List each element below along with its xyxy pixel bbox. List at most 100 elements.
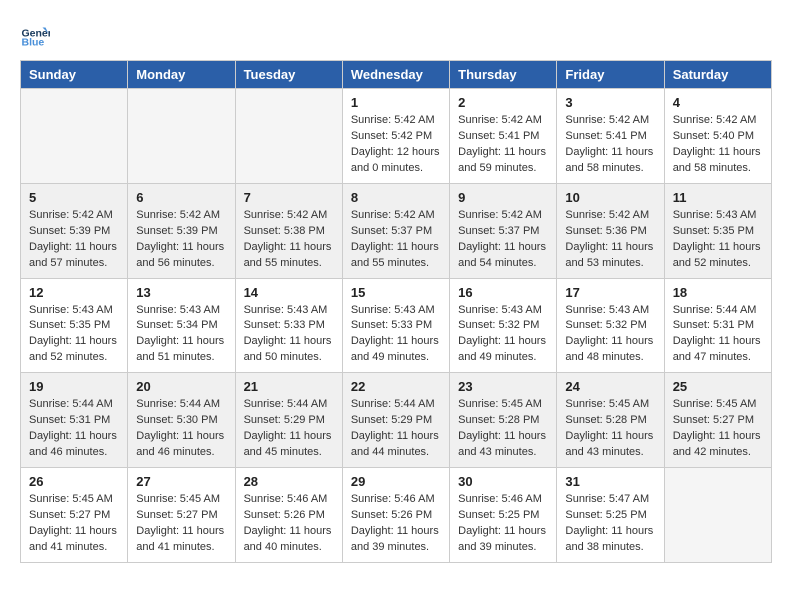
day-info: Sunrise: 5:42 AM Sunset: 5:36 PM Dayligh… xyxy=(565,208,655,272)
calendar-day-cell: 17 Sunrise: 5:43 AM Sunset: 5:32 PM Dayli… xyxy=(557,278,664,373)
day-number: 7 xyxy=(244,190,334,205)
day-info: Sunrise: 5:43 AM Sunset: 5:32 PM Dayligh… xyxy=(565,303,655,367)
day-number: 28 xyxy=(244,474,334,489)
calendar-day-cell: 15Sunrise: 5:43 AM Sunset: 5:33 PM Dayli… xyxy=(342,278,449,373)
day-number: 3 xyxy=(565,95,655,110)
calendar-day-cell: 31 Sunrise: 5:47 AM Sunset: 5:25 PM Dayli… xyxy=(557,468,664,563)
day-number: 8 xyxy=(351,190,441,205)
calendar-day-cell: 24 Sunrise: 5:45 AM Sunset: 5:28 PM Dayli… xyxy=(557,373,664,468)
calendar-week-row: 1 Sunrise: 5:42 AM Sunset: 5:42 PM Daylig… xyxy=(21,89,772,184)
calendar-day-cell: 2 Sunrise: 5:42 AM Sunset: 5:41 PM Daylig… xyxy=(450,89,557,184)
calendar-day-cell: 7 Sunrise: 5:42 AM Sunset: 5:38 PM Daylig… xyxy=(235,183,342,278)
day-info: Sunrise: 5:42 AM Sunset: 5:37 PM Dayligh… xyxy=(458,208,548,272)
day-number: 13 xyxy=(136,285,226,300)
calendar-day-cell xyxy=(128,89,235,184)
day-info: Sunrise: 5:46 AM Sunset: 5:26 PM Dayligh… xyxy=(244,492,334,556)
page-header: General Blue xyxy=(20,20,772,50)
calendar-day-cell: 8 Sunrise: 5:42 AM Sunset: 5:37 PM Daylig… xyxy=(342,183,449,278)
calendar-day-cell: 30 Sunrise: 5:46 AM Sunset: 5:25 PM Dayli… xyxy=(450,468,557,563)
calendar-day-cell: 18 Sunrise: 5:44 AM Sunset: 5:31 PM Dayli… xyxy=(664,278,771,373)
weekday-header: Wednesday xyxy=(342,61,449,89)
calendar-day-cell: 11 Sunrise: 5:43 AM Sunset: 5:35 PM Dayli… xyxy=(664,183,771,278)
calendar-day-cell: 19Sunrise: 5:44 AM Sunset: 5:31 PM Dayli… xyxy=(21,373,128,468)
day-info: Sunrise: 5:44 AM Sunset: 5:30 PM Dayligh… xyxy=(136,397,226,461)
day-number: 21 xyxy=(244,379,334,394)
day-number: 22 xyxy=(351,379,441,394)
weekday-header: Friday xyxy=(557,61,664,89)
calendar-day-cell: 16 Sunrise: 5:43 AM Sunset: 5:32 PM Dayli… xyxy=(450,278,557,373)
day-info: Sunrise: 5:44 AM Sunset: 5:29 PM Dayligh… xyxy=(244,397,334,461)
day-info: Sunrise: 5:43 AM Sunset: 5:33 PM Dayligh… xyxy=(351,303,441,367)
day-info: Sunrise: 5:43 AM Sunset: 5:32 PM Dayligh… xyxy=(458,303,548,367)
day-number: 23 xyxy=(458,379,548,394)
weekday-header: Sunday xyxy=(21,61,128,89)
day-info: Sunrise: 5:45 AM Sunset: 5:28 PM Dayligh… xyxy=(458,397,548,461)
calendar-day-cell xyxy=(664,468,771,563)
calendar-day-cell: 6 Sunrise: 5:42 AM Sunset: 5:39 PM Daylig… xyxy=(128,183,235,278)
day-number: 6 xyxy=(136,190,226,205)
calendar-table: SundayMondayTuesdayWednesdayThursdayFrid… xyxy=(20,60,772,563)
calendar-day-cell: 25 Sunrise: 5:45 AM Sunset: 5:27 PM Dayli… xyxy=(664,373,771,468)
day-number: 19 xyxy=(29,379,119,394)
svg-text:Blue: Blue xyxy=(22,37,45,49)
day-info: Sunrise: 5:42 AM Sunset: 5:39 PM Dayligh… xyxy=(29,208,119,272)
day-number: 16 xyxy=(458,285,548,300)
day-number: 1 xyxy=(351,95,441,110)
day-info: Sunrise: 5:42 AM Sunset: 5:37 PM Dayligh… xyxy=(351,208,441,272)
calendar-day-cell: 4 Sunrise: 5:42 AM Sunset: 5:40 PM Daylig… xyxy=(664,89,771,184)
day-number: 17 xyxy=(565,285,655,300)
calendar-week-row: 12Sunrise: 5:43 AM Sunset: 5:35 PM Dayli… xyxy=(21,278,772,373)
calendar-day-cell: 22 Sunrise: 5:44 AM Sunset: 5:29 PM Dayli… xyxy=(342,373,449,468)
calendar-day-cell: 14Sunrise: 5:43 AM Sunset: 5:33 PM Dayli… xyxy=(235,278,342,373)
day-number: 4 xyxy=(673,95,763,110)
calendar-day-cell xyxy=(235,89,342,184)
day-info: Sunrise: 5:42 AM Sunset: 5:39 PM Dayligh… xyxy=(136,208,226,272)
calendar-day-cell xyxy=(21,89,128,184)
day-info: Sunrise: 5:46 AM Sunset: 5:26 PM Dayligh… xyxy=(351,492,441,556)
day-info: Sunrise: 5:42 AM Sunset: 5:42 PM Dayligh… xyxy=(351,113,441,177)
calendar-day-cell: 26 Sunrise: 5:45 AM Sunset: 5:27 PM Dayli… xyxy=(21,468,128,563)
calendar-day-cell: 20 Sunrise: 5:44 AM Sunset: 5:30 PM Dayli… xyxy=(128,373,235,468)
calendar-day-cell: 3Sunrise: 5:42 AM Sunset: 5:41 PM Daylig… xyxy=(557,89,664,184)
day-number: 30 xyxy=(458,474,548,489)
weekday-header: Monday xyxy=(128,61,235,89)
day-number: 26 xyxy=(29,474,119,489)
day-info: Sunrise: 5:42 AM Sunset: 5:38 PM Dayligh… xyxy=(244,208,334,272)
day-info: Sunrise: 5:43 AM Sunset: 5:34 PM Dayligh… xyxy=(136,303,226,367)
logo-icon: General Blue xyxy=(20,20,50,50)
day-info: Sunrise: 5:47 AM Sunset: 5:25 PM Dayligh… xyxy=(565,492,655,556)
calendar-day-cell: 28 Sunrise: 5:46 AM Sunset: 5:26 PM Dayli… xyxy=(235,468,342,563)
day-info: Sunrise: 5:44 AM Sunset: 5:29 PM Dayligh… xyxy=(351,397,441,461)
calendar-day-cell: 13 Sunrise: 5:43 AM Sunset: 5:34 PM Dayli… xyxy=(128,278,235,373)
day-number: 24 xyxy=(565,379,655,394)
day-info: Sunrise: 5:44 AM Sunset: 5:31 PM Dayligh… xyxy=(673,303,763,367)
calendar-day-cell: 5 Sunrise: 5:42 AM Sunset: 5:39 PM Daylig… xyxy=(21,183,128,278)
day-info: Sunrise: 5:45 AM Sunset: 5:27 PM Dayligh… xyxy=(136,492,226,556)
day-number: 25 xyxy=(673,379,763,394)
calendar-week-row: 5 Sunrise: 5:42 AM Sunset: 5:39 PM Daylig… xyxy=(21,183,772,278)
logo: General Blue xyxy=(20,20,54,50)
calendar-week-row: 19Sunrise: 5:44 AM Sunset: 5:31 PM Dayli… xyxy=(21,373,772,468)
day-info: Sunrise: 5:45 AM Sunset: 5:27 PM Dayligh… xyxy=(29,492,119,556)
day-number: 11 xyxy=(673,190,763,205)
day-info: Sunrise: 5:42 AM Sunset: 5:41 PM Dayligh… xyxy=(458,113,548,177)
day-number: 31 xyxy=(565,474,655,489)
day-number: 2 xyxy=(458,95,548,110)
calendar-day-cell: 23 Sunrise: 5:45 AM Sunset: 5:28 PM Dayli… xyxy=(450,373,557,468)
day-number: 18 xyxy=(673,285,763,300)
day-number: 20 xyxy=(136,379,226,394)
calendar-day-cell: 1 Sunrise: 5:42 AM Sunset: 5:42 PM Daylig… xyxy=(342,89,449,184)
day-info: Sunrise: 5:45 AM Sunset: 5:27 PM Dayligh… xyxy=(673,397,763,461)
calendar-day-cell: 21 Sunrise: 5:44 AM Sunset: 5:29 PM Dayli… xyxy=(235,373,342,468)
weekday-header: Tuesday xyxy=(235,61,342,89)
calendar-day-cell: 12Sunrise: 5:43 AM Sunset: 5:35 PM Dayli… xyxy=(21,278,128,373)
day-number: 5 xyxy=(29,190,119,205)
day-info: Sunrise: 5:42 AM Sunset: 5:40 PM Dayligh… xyxy=(673,113,763,177)
day-number: 29 xyxy=(351,474,441,489)
day-number: 9 xyxy=(458,190,548,205)
day-number: 14 xyxy=(244,285,334,300)
day-number: 12 xyxy=(29,285,119,300)
day-info: Sunrise: 5:45 AM Sunset: 5:28 PM Dayligh… xyxy=(565,397,655,461)
day-info: Sunrise: 5:43 AM Sunset: 5:35 PM Dayligh… xyxy=(673,208,763,272)
day-info: Sunrise: 5:46 AM Sunset: 5:25 PM Dayligh… xyxy=(458,492,548,556)
